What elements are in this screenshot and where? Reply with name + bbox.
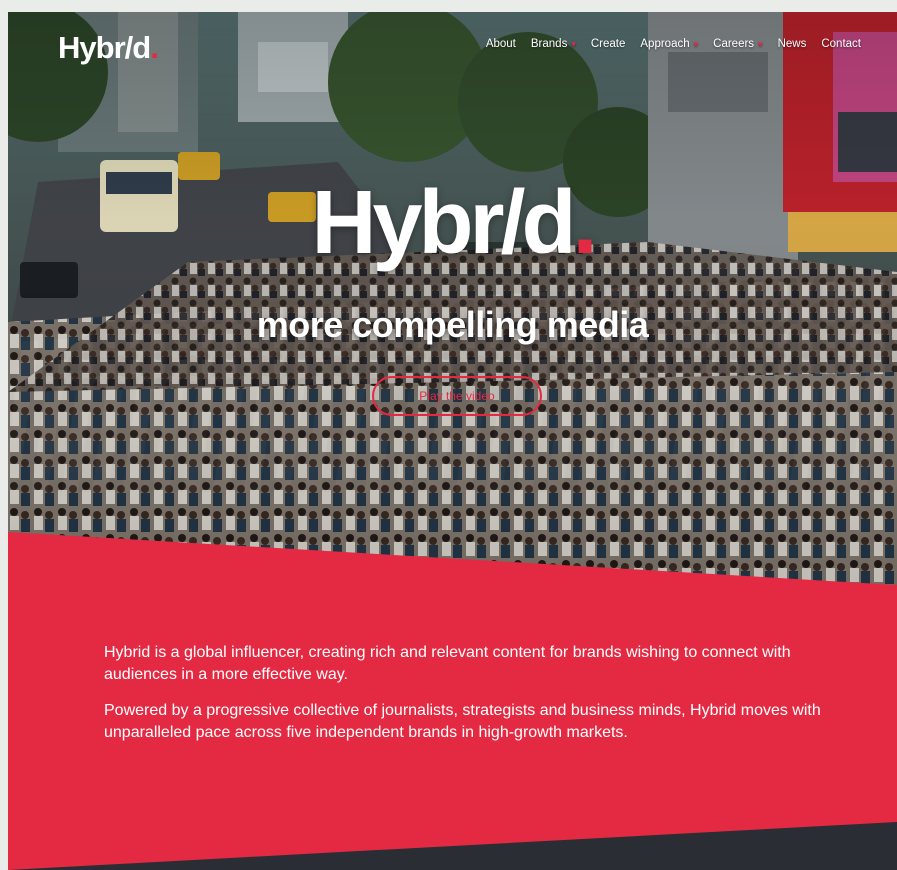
hero-logo: Hybr/d.: [311, 173, 597, 273]
hero-section: Hybr/d. About Brands ▾ Create Approach ▾ C…: [8, 12, 897, 612]
nav-item-careers[interactable]: Careers ▾: [713, 38, 762, 50]
nav-item-create[interactable]: Create: [591, 38, 626, 50]
about-paragraph-2: Powered by a progressive collective of j…: [104, 702, 821, 741]
nav-item-news[interactable]: News: [778, 38, 807, 50]
nav-item-approach[interactable]: Approach ▾: [640, 38, 698, 50]
nav-item-contact[interactable]: Contact: [821, 38, 861, 50]
nav-item-about[interactable]: About: [486, 38, 516, 50]
hero-tagline: more compelling media: [256, 304, 649, 345]
browser-viewport: Hybr/d. About Brands ▾ Create Approach ▾ C…: [8, 12, 897, 870]
chevron-down-icon: ▾: [758, 38, 763, 49]
nav-item-brands[interactable]: Brands ▾: [531, 38, 576, 50]
main-nav: About Brands ▾ Create Approach ▾ Careers ▾ …: [471, 38, 861, 50]
play-video-button[interactable]: Play the video: [372, 376, 542, 416]
site-logo[interactable]: Hybr/d.: [58, 30, 159, 66]
about-copy: Hybrid is a global influencer, creating …: [104, 642, 824, 758]
chevron-down-icon: ▾: [693, 38, 699, 49]
about-paragraph-1: Hybrid is a global influencer, creating …: [104, 644, 791, 683]
chevron-down-icon: ▾: [571, 38, 576, 49]
